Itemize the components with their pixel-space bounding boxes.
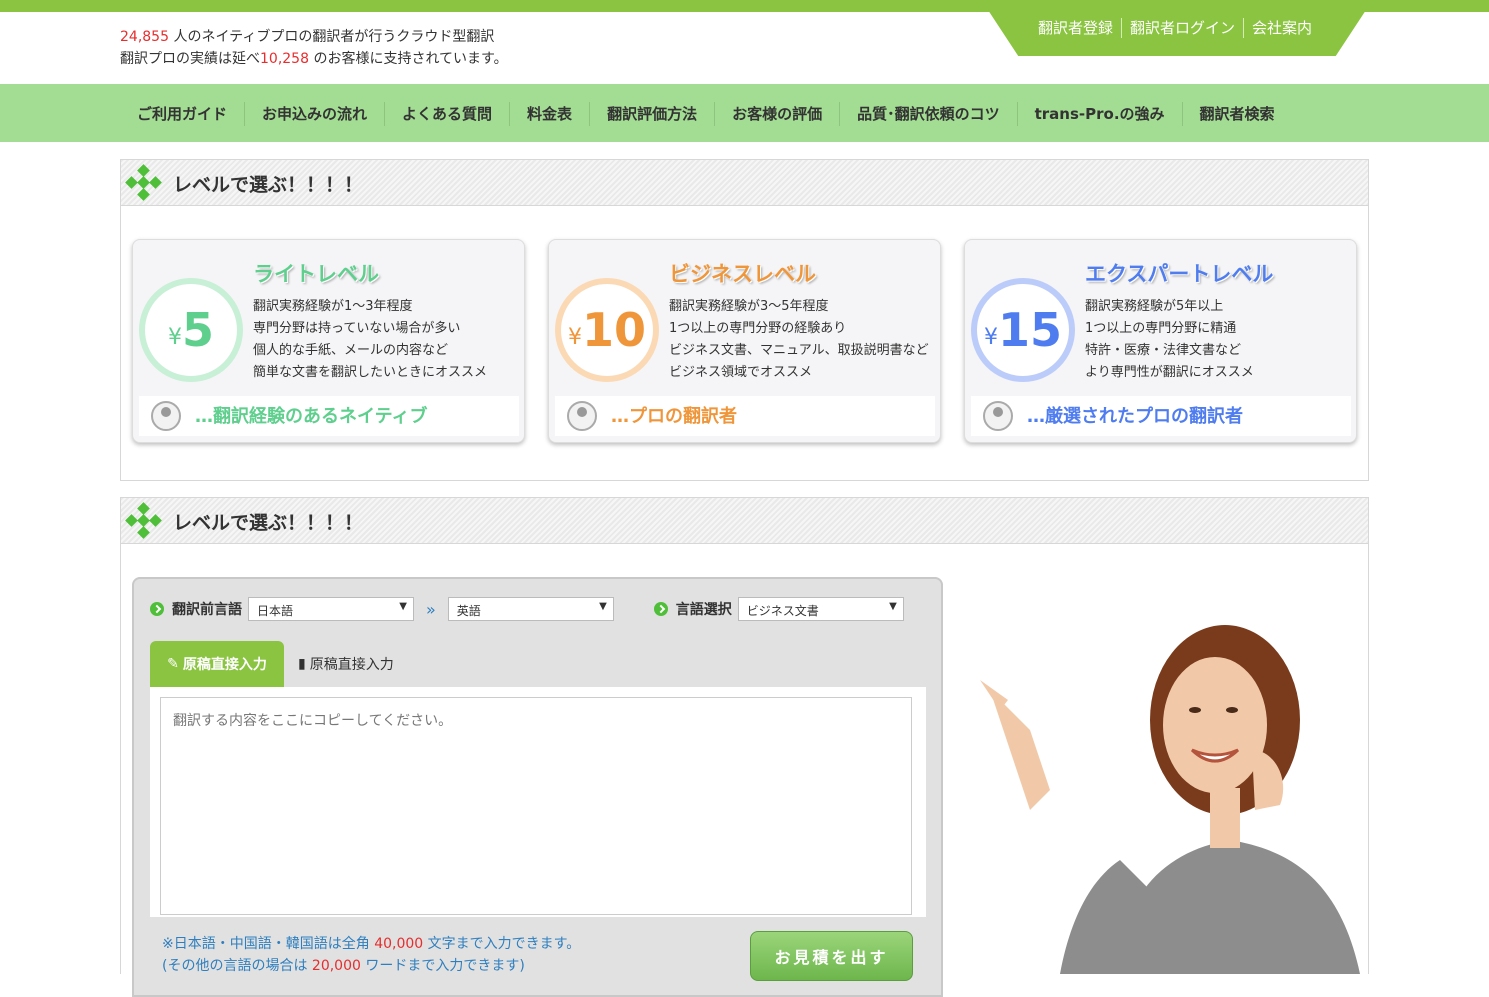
price-value: 10 xyxy=(581,303,646,357)
price-ring: ¥5 xyxy=(139,278,243,382)
section-title: レベルで選ぶ！！！！ xyxy=(173,174,364,196)
stats-line1-text: 人のネイティブプロの翻訳者が行うクラウド型翻訳 xyxy=(169,29,495,45)
description-line: ビジネス領域でオススメ xyxy=(669,365,813,380)
note-number: 40,000 xyxy=(374,936,424,952)
source-language-value: 日本語 xyxy=(257,604,294,618)
tab-direct-input[interactable]: ✎ 原稿直接入力 xyxy=(150,641,284,687)
nav-item-pricing[interactable]: 料金表 xyxy=(509,102,589,126)
card-footer: …プロの翻訳者 xyxy=(555,396,935,436)
light-level-card[interactable]: ¥5 ライトレベル 翻訳実務経験が1～3年程度 専門分野は持っていない場合が多い… xyxy=(132,239,525,443)
textarea-wrapper: 翻訳する内容をここにコピーしてください。 xyxy=(150,687,926,917)
price-ring: ¥15 xyxy=(971,278,1075,382)
tab-label: 原稿直接入力 xyxy=(182,657,267,673)
level-title: エクスパートレベル xyxy=(1085,262,1274,286)
note-number: 20,000 xyxy=(311,958,361,974)
quote-form: 翻訳前言語 日本語 » 英語 言語選択 ビジネス文書 ✎ 原稿直接入力 ▮ 原稿… xyxy=(132,577,943,997)
level-title: ビジネスレベル xyxy=(669,262,816,286)
description-line: 専門分野は持っていない場合が多い xyxy=(253,321,461,336)
description-line: 個人的な手紙、メールの内容など xyxy=(253,343,449,358)
nav-item-reviews[interactable]: お客様の評価 xyxy=(714,102,839,126)
source-language-select[interactable]: 日本語 xyxy=(248,597,414,621)
nav-item-evaluation[interactable]: 翻訳評価方法 xyxy=(589,102,714,126)
description-line: 翻訳実務経験が5年以上 xyxy=(1085,299,1224,314)
category-label: 言語選択 xyxy=(675,602,732,618)
user-icon xyxy=(151,401,181,431)
description-line: より専門性が翻訳にオススメ xyxy=(1085,365,1254,380)
description-line: 1つ以上の専門分野に精通 xyxy=(1085,321,1237,336)
expert-level-card[interactable]: ¥15 エクスパートレベル 翻訳実務経験が5年以上 1つ以上の専門分野に精通 特… xyxy=(964,239,1357,443)
card-footer: …翻訳経験のあるネイティブ xyxy=(139,396,519,436)
business-level-card[interactable]: ¥10 ビジネスレベル 翻訳実務経験が3～5年程度 1つ以上の専門分野の経験あり… xyxy=(548,239,941,443)
nav-item-search[interactable]: 翻訳者検索 xyxy=(1181,102,1292,126)
header-links: 翻訳者登録 翻訳者ログイン 会社案内 xyxy=(1030,18,1320,38)
input-tabs: ✎ 原稿直接入力 ▮ 原稿直接入力 xyxy=(150,641,408,687)
woman-pointing-image xyxy=(980,625,1360,974)
level-tagline: …プロの翻訳者 xyxy=(611,406,737,427)
note-text: ※日本語・中国語・韓国語は全角 xyxy=(162,936,375,952)
diamond-icon xyxy=(125,164,162,201)
nav-item-strengths[interactable]: trans-Pro.の強み xyxy=(1016,102,1182,126)
language-row: 翻訳前言語 日本語 » 英語 言語選択 ビジネス文書 xyxy=(150,597,904,621)
translator-register-link[interactable]: 翻訳者登録 xyxy=(1030,18,1121,38)
yen-symbol: ¥ xyxy=(983,324,998,350)
description-line: 1つ以上の専門分野の経験あり xyxy=(669,321,847,336)
translator-count: 24,855 xyxy=(120,29,169,45)
source-text-input[interactable]: 翻訳する内容をここにコピーしてください。 xyxy=(160,697,912,915)
section-title: レベルで選ぶ！！！！ xyxy=(173,512,364,534)
description-line: ビジネス文書、マニュアル、取扱説明書など xyxy=(669,343,929,358)
source-language-label: 翻訳前言語 xyxy=(172,602,242,618)
level-section: レベルで選ぶ！！！！ ¥5 ライトレベル 翻訳実務経験が1～3年程度 専門分野は… xyxy=(120,159,1369,481)
target-language-select[interactable]: 英語 xyxy=(447,597,614,621)
nav-item-tips[interactable]: 品質･翻訳依頼のコツ xyxy=(839,102,1017,126)
price-value: 5 xyxy=(181,303,214,357)
description-line: 特許・医療・法律文書など xyxy=(1085,343,1242,358)
note-text: 文字まで入力できます。 xyxy=(423,936,581,952)
stats-line2-pre: 翻訳プロの実績は延べ xyxy=(120,51,260,67)
yen-symbol: ¥ xyxy=(567,324,582,350)
edit-icon: ✎ xyxy=(167,656,179,672)
card-footer: …厳選されたプロの翻訳者 xyxy=(971,396,1351,436)
target-language-value: 英語 xyxy=(456,604,481,618)
user-icon xyxy=(567,401,597,431)
level-description: 翻訳実務経験が3～5年程度 1つ以上の専門分野の経験あり ビジネス文書、マニュア… xyxy=(669,296,929,384)
category-value: ビジネス文書 xyxy=(746,604,819,618)
site-stats: 24,855 人のネイティブプロの翻訳者が行うクラウド型翻訳 翻訳プロの実績は延… xyxy=(120,26,508,70)
translator-login-link[interactable]: 翻訳者ログイン xyxy=(1121,18,1243,38)
arrow-circle-icon xyxy=(150,602,164,616)
stats-line2-post: のお客様に支持されています。 xyxy=(309,51,508,67)
yen-symbol: ¥ xyxy=(167,324,182,350)
note-text: (その他の言語の場合は xyxy=(162,958,312,974)
file-icon: ▮ xyxy=(298,656,306,672)
note-text: ワードまで入力できます) xyxy=(360,958,525,974)
section-header: レベルで選ぶ！！！！ xyxy=(121,160,1368,206)
nav-item-faq[interactable]: よくある質問 xyxy=(384,102,509,126)
diamond-icon xyxy=(125,502,162,539)
level-description: 翻訳実務経験が5年以上 1つ以上の専門分野に精通 特許・医療・法律文書など より… xyxy=(1085,296,1254,384)
input-limit-note: ※日本語・中国語・韓国語は全角 40,000 文字まで入力できます。 (その他の… xyxy=(162,933,580,977)
level-tagline: …翻訳経験のあるネイティブ xyxy=(195,406,428,427)
price-value: 15 xyxy=(997,303,1062,357)
nav-item-flow[interactable]: お申込みの流れ xyxy=(244,102,384,126)
arrow-right-icon: » xyxy=(426,599,436,619)
section-header: レベルで選ぶ！！！！ xyxy=(121,498,1368,544)
category-select[interactable]: ビジネス文書 xyxy=(737,597,904,621)
level-title: ライトレベル xyxy=(253,262,379,286)
tab-label: 原稿直接入力 xyxy=(309,657,394,673)
nav-item-guide[interactable]: ご利用ガイド xyxy=(120,102,244,126)
customer-count: 10,258 xyxy=(260,51,309,67)
company-info-link[interactable]: 会社案内 xyxy=(1243,18,1320,38)
description-line: 翻訳実務経験が1～3年程度 xyxy=(253,299,413,314)
spy-user-icon xyxy=(983,401,1013,431)
arrow-circle-icon xyxy=(653,602,668,616)
tab-file-input[interactable]: ▮ 原稿直接入力 xyxy=(284,641,408,687)
level-tagline: …厳選されたプロの翻訳者 xyxy=(1027,406,1243,427)
level-description: 翻訳実務経験が1～3年程度 専門分野は持っていない場合が多い 個人的な手紙、メー… xyxy=(253,296,487,384)
price-ring: ¥10 xyxy=(555,278,659,382)
description-line: 翻訳実務経験が3～5年程度 xyxy=(669,299,829,314)
main-nav: ご利用ガイド お申込みの流れ よくある質問 料金表 翻訳評価方法 お客様の評価 … xyxy=(0,84,1489,142)
description-line: 簡単な文書を翻訳したいときにオススメ xyxy=(253,365,488,380)
